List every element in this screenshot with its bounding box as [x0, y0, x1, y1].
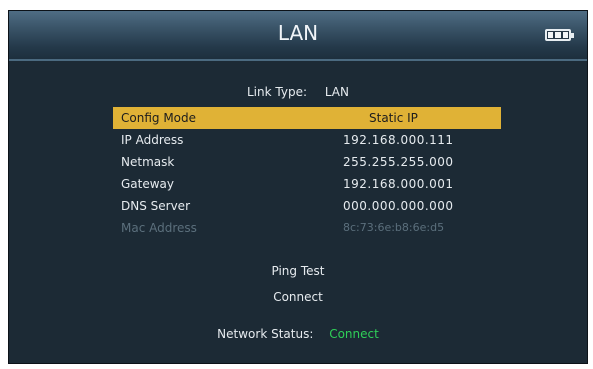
dns-server-row[interactable]: DNS Server 000.000.000.000 [113, 195, 501, 217]
config-mode-label: Config Mode [121, 111, 197, 125]
settings-list: Config Mode Static IP IP Address 192.168… [113, 107, 501, 239]
battery-cell [555, 32, 561, 38]
gateway-label: Gateway [121, 177, 175, 191]
mac-address-value: 8c:73:6e:b8:6e:d5 [343, 221, 445, 234]
page-title: LAN [277, 21, 319, 45]
battery-cell [562, 32, 568, 38]
network-status-value: Connect [329, 327, 379, 341]
gateway-value: 192.168.000.001 [343, 177, 454, 191]
config-mode-value: Static IP [369, 111, 418, 125]
netmask-row[interactable]: Netmask 255.255.255.000 [113, 151, 501, 173]
link-type-value: LAN [324, 85, 349, 99]
mac-address-row: Mac Address 8c:73:6e:b8:6e:d5 [113, 217, 501, 239]
ip-address-row[interactable]: IP Address 192.168.000.111 [113, 129, 501, 151]
mac-address-label: Mac Address [121, 221, 197, 235]
ip-address-label: IP Address [121, 133, 184, 147]
ip-address-value: 192.168.000.111 [343, 133, 454, 147]
dns-server-value: 000.000.000.000 [343, 199, 454, 213]
network-status: Network Status: Connect [9, 327, 587, 341]
battery-full-icon [545, 29, 574, 41]
config-mode-row[interactable]: Config Mode Static IP [113, 107, 501, 129]
battery-cell [548, 32, 554, 38]
ping-test-button[interactable]: Ping Test [9, 264, 587, 278]
link-type-field: Link Type: LAN [9, 85, 587, 99]
lan-settings-screen: LAN Link Type: LAN Config Mode Static IP… [8, 10, 588, 364]
link-type-label: Link Type: [247, 85, 307, 99]
netmask-value: 255.255.255.000 [343, 155, 454, 169]
connect-button[interactable]: Connect [9, 290, 587, 304]
netmask-label: Netmask [121, 155, 175, 169]
gateway-row[interactable]: Gateway 192.168.000.001 [113, 173, 501, 195]
title-bar: LAN [9, 11, 587, 61]
dns-server-label: DNS Server [121, 199, 190, 213]
network-status-label: Network Status: [217, 327, 314, 341]
